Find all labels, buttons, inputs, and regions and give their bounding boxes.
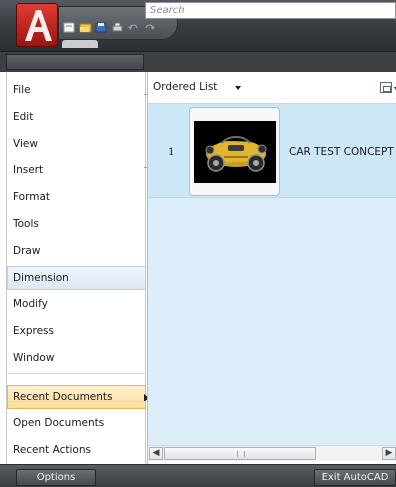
document-thumbnail[interactable] [189,107,280,196]
list-type-label: Ordered List [153,81,218,93]
document-list: 1 CAR TEST CONCEPT [148,103,396,445]
save-icon[interactable] [95,22,108,33]
recent-documents-panel: Ordered List 1 CAR TEST CONCEPT ◀ ▶ [147,72,396,464]
redo-icon[interactable] [143,22,156,33]
options-button[interactable]: Options [16,469,96,486]
scroll-right-icon[interactable]: ▶ [382,447,396,460]
menu-item-format[interactable]: Format [7,185,146,209]
list-type-dropdown[interactable]: Ordered List [153,81,217,93]
menu-tab [62,40,98,48]
menu-item-draw[interactable]: Draw [7,239,146,263]
application-menu-button[interactable] [16,3,58,47]
open-documents-button[interactable]: Open Documents [7,411,146,435]
display-view-icon[interactable] [380,82,392,93]
print-icon[interactable] [111,22,124,33]
search-strip-left [6,54,144,70]
undo-icon[interactable] [127,22,140,33]
car-thumbnail-image [194,121,276,183]
recent-actions-button[interactable]: Recent Actions [7,438,146,462]
recent-documents-button[interactable]: Recent Documents [7,385,149,409]
menu-separator [7,401,146,402]
menu-item-modify[interactable]: Modify [7,292,146,316]
document-name: CAR TEST CONCEPT [289,146,394,158]
horizontal-scrollbar[interactable]: ◀ ▶ [148,445,396,461]
bottom-bar: Options Exit AutoCAD [0,464,396,487]
search-input[interactable] [145,2,396,19]
list-item[interactable]: 1 CAR TEST CONCEPT [148,103,396,198]
menu-item-file[interactable]: File [7,78,146,102]
panel-header: Ordered List [148,72,396,103]
menu-separator [7,373,146,374]
menu-item-express[interactable]: Express [7,319,146,343]
scroll-thumb[interactable] [164,447,316,460]
document-index: 1 [168,146,175,158]
application-menu: File Edit View Insert Format Tools Draw … [6,72,149,464]
menu-item-tools[interactable]: Tools [7,212,146,236]
new-file-icon[interactable] [63,22,76,33]
menu-item-window[interactable]: Window [7,346,146,370]
menu-item-insert[interactable]: Insert [7,158,146,182]
chevron-down-icon[interactable] [235,86,241,90]
autocad-logo-icon [25,10,52,41]
open-folder-icon[interactable] [79,22,92,33]
search-strip [0,52,396,72]
scroll-grip-icon [237,451,245,457]
menu-item-view[interactable]: View [7,132,146,156]
scroll-left-icon[interactable]: ◀ [149,447,163,460]
menu-item-dimension[interactable]: Dimension [7,266,146,290]
menu-item-edit[interactable]: Edit [7,105,146,129]
exit-autocad-button[interactable]: Exit AutoCAD [314,469,396,486]
